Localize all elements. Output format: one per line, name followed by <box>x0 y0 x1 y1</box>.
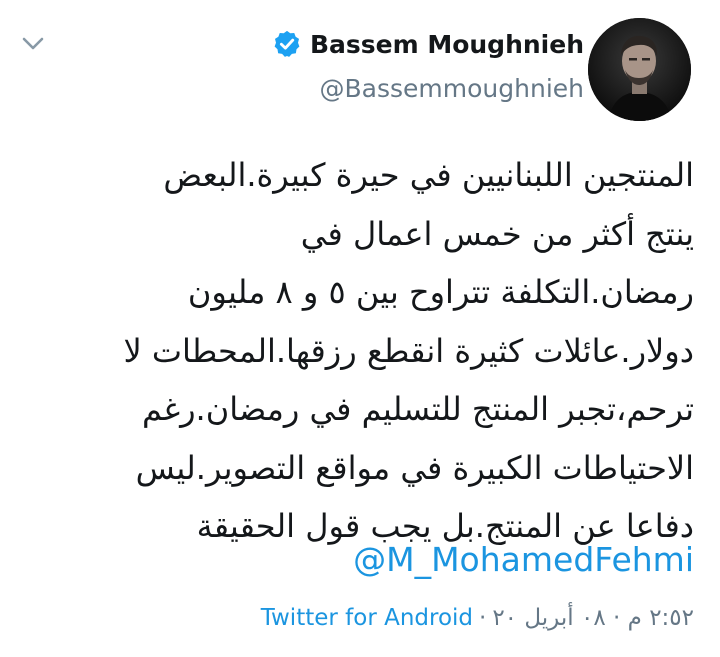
author-display-name[interactable]: Bassem Moughnieh <box>310 30 584 59</box>
tweet-text-line: ينتج أكثر من خمس اعمال في <box>300 214 694 253</box>
tweet-text-line: ترحم،تجبر المنتج للتسليم في رمضان.رغم <box>142 390 694 428</box>
tweet-timestamp[interactable]: ٢:٥٢ م · ٠٨ أبريل ٢٠ <box>492 605 694 631</box>
author-handle[interactable]: @Bassemmoughnieh <box>272 74 584 103</box>
tweet-author[interactable]: Bassem Moughnieh @Bassemmoughnieh <box>272 24 584 103</box>
avatar-photo <box>588 18 691 121</box>
tweet-text-line: الاحتياطات الكبيرة في مواقع التصوير.ليس <box>135 448 694 487</box>
tweet-text: المنتجين اللبنانيين في حيرة كبيرة.البعض … <box>18 146 694 556</box>
tweet-meta: Twitter for Android · ٢:٥٢ م · ٠٨ أبريل … <box>261 605 694 631</box>
tweet-text-line: المنتجين اللبنانيين في حيرة كبيرة.البعض <box>163 156 694 194</box>
tweet-text-line: دولار.عائلات كثيرة انقطع رزقها.المحطات ل… <box>123 331 694 370</box>
source-link[interactable]: Twitter for Android <box>261 605 473 631</box>
verified-badge-icon <box>274 30 300 57</box>
mention-link[interactable]: @M_MohamedFehmi <box>353 540 694 579</box>
author-avatar[interactable] <box>588 18 691 121</box>
tweet-card: Bassem Moughnieh @Bassemmoughnieh المنتج… <box>0 0 720 657</box>
tweet-text-line: رمضان.التكلفة تتراوح بين ٥ و ٨ مليون <box>187 273 694 311</box>
chevron-down-icon[interactable] <box>18 30 48 56</box>
author-name-row: Bassem Moughnieh <box>272 24 584 64</box>
meta-separator: · <box>479 605 487 631</box>
